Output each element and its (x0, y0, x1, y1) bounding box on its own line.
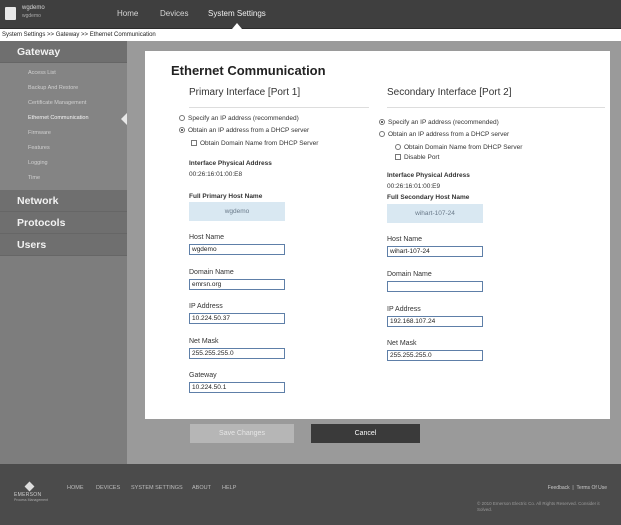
secondary-full-host-name: wihart-107-24 (387, 204, 483, 223)
radio-button[interactable] (379, 119, 385, 125)
footer-legal-links: Feedback | Terms Of Use (548, 485, 607, 491)
link-separator: | (571, 485, 576, 491)
secondary-ip-address-label: IP Address (387, 306, 421, 313)
secondary-domain-dhcp-option[interactable]: Obtain Domain Name from DHCP Server (395, 144, 522, 151)
checkbox[interactable] (191, 140, 197, 146)
sidebar-section-network[interactable]: Network (0, 190, 127, 212)
secondary-specify-ip-option[interactable]: Specify an IP address (recommended) (379, 119, 499, 126)
footer-link-home[interactable]: HOME (67, 485, 84, 491)
secondary-heading-divider (387, 107, 605, 108)
primary-gateway-label: Gateway (189, 372, 217, 379)
secondary-domain-name-label: Domain Name (387, 271, 432, 278)
footer-link-devices[interactable]: DEVICES (96, 485, 120, 491)
cancel-button[interactable]: Cancel (311, 424, 420, 443)
secondary-full-host-label: Full Secondary Host Name (387, 194, 470, 201)
secondary-host-name-label: Host Name (387, 236, 423, 243)
radio-button[interactable] (179, 115, 185, 121)
option-label: Obtain an IP address from a DHCP server (188, 127, 310, 134)
option-label: Specify an IP address (recommended) (188, 115, 299, 122)
sidebar-item-logging[interactable]: Logging (0, 156, 127, 171)
primary-dhcp-option[interactable]: Obtain an IP address from a DHCP server (179, 127, 309, 134)
gateway-submenu: Access List Backup And Restore Certifica… (0, 63, 127, 190)
secondary-dhcp-option[interactable]: Obtain an IP address from a DHCP server (379, 131, 509, 138)
secondary-physical-address-label: Interface Physical Address (387, 172, 470, 179)
option-label: Disable Port (404, 154, 440, 161)
feedback-link[interactable]: Feedback (548, 485, 570, 491)
primary-net-mask-label: Net Mask (189, 338, 219, 345)
device-selector[interactable]: wgdemo wgdemo (5, 4, 109, 24)
footer: EMERSON Process Management HOME DEVICES … (0, 464, 621, 525)
gateway-device-icon (5, 7, 16, 20)
nav-home[interactable]: Home (117, 9, 138, 18)
secondary-ip-address-input[interactable] (387, 316, 483, 327)
option-label: Obtain Domain Name from DHCP Server (404, 144, 523, 151)
logo-tagline: Process Management (14, 498, 49, 502)
primary-net-mask-input[interactable] (189, 348, 285, 359)
sidebar-item-backup-restore[interactable]: Backup And Restore (0, 81, 127, 96)
page-title: Ethernet Communication (171, 63, 326, 78)
emerson-logo-mark-icon (24, 481, 35, 492)
sidebar-item-ethernet-communication[interactable]: Ethernet Communication (0, 111, 127, 126)
secondary-host-name-input[interactable] (387, 246, 483, 257)
footer-link-help[interactable]: HELP (222, 485, 236, 491)
copyright-text: © 2010 Emerson Electric Co. All Rights R… (477, 501, 600, 512)
primary-domain-name-label: Domain Name (189, 269, 234, 276)
nav-system-settings[interactable]: System Settings (208, 9, 266, 18)
sidebar-item-firmware[interactable]: Firmware (0, 126, 127, 141)
nav-devices[interactable]: Devices (160, 9, 188, 18)
option-label: Obtain an IP address from a DHCP server (388, 131, 510, 138)
footer-link-about[interactable]: ABOUT (192, 485, 211, 491)
emerson-logo: EMERSON Process Management (14, 481, 49, 503)
device-subtitle: wgdemo (22, 13, 41, 19)
secondary-net-mask-label: Net Mask (387, 340, 417, 347)
secondary-physical-address: 00:26:16:01:00:E9 (387, 183, 441, 190)
checkbox[interactable] (395, 154, 401, 160)
primary-gateway-input[interactable] (189, 382, 285, 393)
radio-button[interactable] (379, 131, 385, 137)
primary-heading-divider (189, 107, 369, 108)
sidebar-item-label: Ethernet Communication (28, 115, 89, 121)
primary-ip-address-input[interactable] (189, 313, 285, 324)
sidebar-item-certificate-management[interactable]: Certificate Management (0, 96, 127, 111)
device-name: wgdemo (22, 5, 45, 11)
primary-full-host-label: Full Primary Host Name (189, 193, 263, 200)
option-label: Specify an IP address (recommended) (388, 119, 499, 126)
radio-button[interactable] (179, 127, 185, 133)
sidebar-section-users[interactable]: Users (0, 234, 127, 256)
sidebar-item-time[interactable]: Time (0, 171, 127, 186)
primary-physical-address: 00:26:16:01:00:E8 (189, 171, 243, 178)
terms-of-use-link[interactable]: Terms Of Use (576, 485, 607, 491)
primary-full-host-name: wgdemo (189, 202, 285, 221)
secondary-net-mask-input[interactable] (387, 350, 483, 361)
primary-domain-dhcp-option[interactable]: Obtain Domain Name from DHCP Server (191, 140, 318, 147)
option-label: Obtain Domain Name from DHCP Server (200, 140, 319, 147)
ethernet-settings-panel: Ethernet Communication Primary Interface… (145, 51, 610, 419)
radio-button[interactable] (395, 144, 401, 150)
sidebar-item-access-list[interactable]: Access List (0, 66, 127, 81)
primary-domain-name-input[interactable] (189, 279, 285, 290)
secondary-domain-name-input[interactable] (387, 281, 483, 292)
sidebar: Gateway Access List Backup And Restore C… (0, 41, 127, 464)
primary-ip-address-label: IP Address (189, 303, 223, 310)
primary-specify-ip-option[interactable]: Specify an IP address (recommended) (179, 115, 299, 122)
primary-interface-heading: Primary Interface [Port 1] (189, 87, 301, 98)
top-bar: wgdemo wgdemo Home Devices System Settin… (0, 0, 621, 29)
sidebar-section-protocols[interactable]: Protocols (0, 212, 127, 234)
breadcrumb: System Settings >> Gateway >> Ethernet C… (0, 29, 621, 41)
primary-host-name-input[interactable] (189, 244, 285, 255)
secondary-interface-heading: Secondary Interface [Port 2] (387, 87, 512, 98)
primary-physical-address-label: Interface Physical Address (189, 160, 272, 167)
primary-host-name-label: Host Name (189, 234, 225, 241)
secondary-disable-port-option[interactable]: Disable Port (395, 154, 439, 161)
sidebar-item-features[interactable]: Features (0, 141, 127, 156)
footer-link-system-settings[interactable]: SYSTEM SETTINGS (131, 485, 183, 491)
sidebar-section-gateway[interactable]: Gateway (0, 41, 127, 63)
save-changes-button[interactable]: Save Changes (190, 424, 294, 443)
